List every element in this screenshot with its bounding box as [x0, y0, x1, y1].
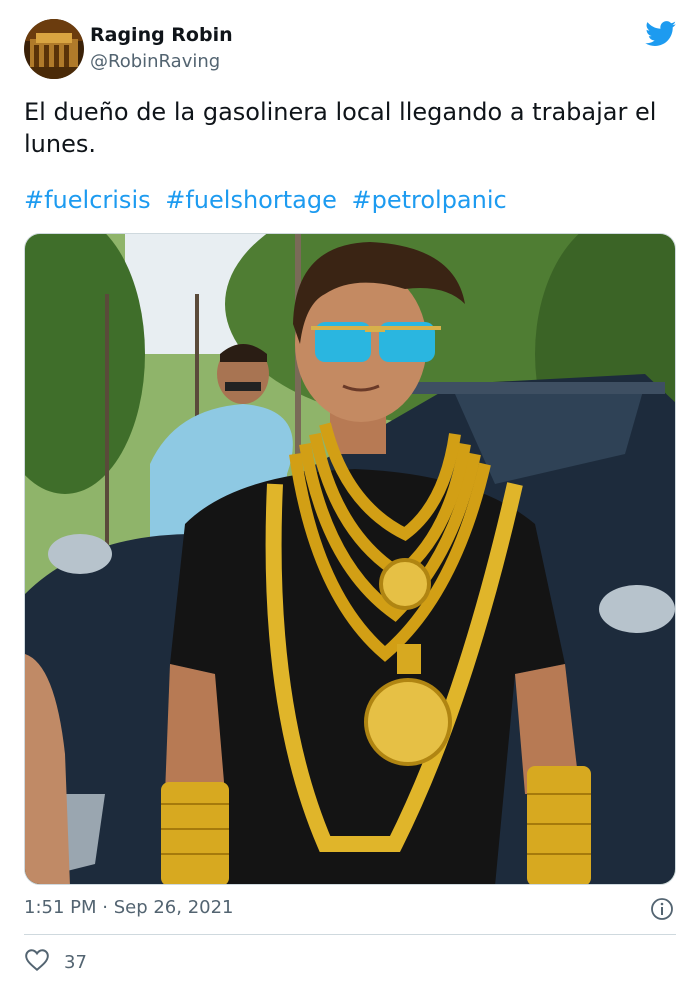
hashtag-link[interactable]: #fuelshortage — [165, 186, 337, 214]
author-name[interactable]: Raging Robin — [90, 24, 233, 46]
tweet-timestamp[interactable]: 1:51 PM · Sep 26, 2021 — [24, 897, 234, 918]
author-handle[interactable]: @RobinRaving — [90, 51, 220, 72]
like-button[interactable]: 37 — [24, 948, 87, 976]
divider — [24, 934, 676, 935]
hashtag-list: #fuelcrisis #fuelshortage #petrolpanic — [24, 184, 674, 216]
twitter-bird-icon[interactable] — [645, 21, 677, 47]
hashtag-link[interactable]: #petrolpanic — [351, 186, 506, 214]
tweet-photo[interactable] — [24, 233, 676, 885]
info-icon[interactable] — [650, 897, 674, 921]
tweet-card: Raging Robin @RobinRaving El dueño de la… — [0, 0, 700, 988]
like-count: 37 — [64, 951, 87, 973]
tweet-text: El dueño de la gasolinera local llegando… — [24, 98, 657, 158]
avatar[interactable] — [24, 19, 84, 79]
hashtag-link[interactable]: #fuelcrisis — [24, 186, 151, 214]
heart-icon — [24, 948, 50, 976]
